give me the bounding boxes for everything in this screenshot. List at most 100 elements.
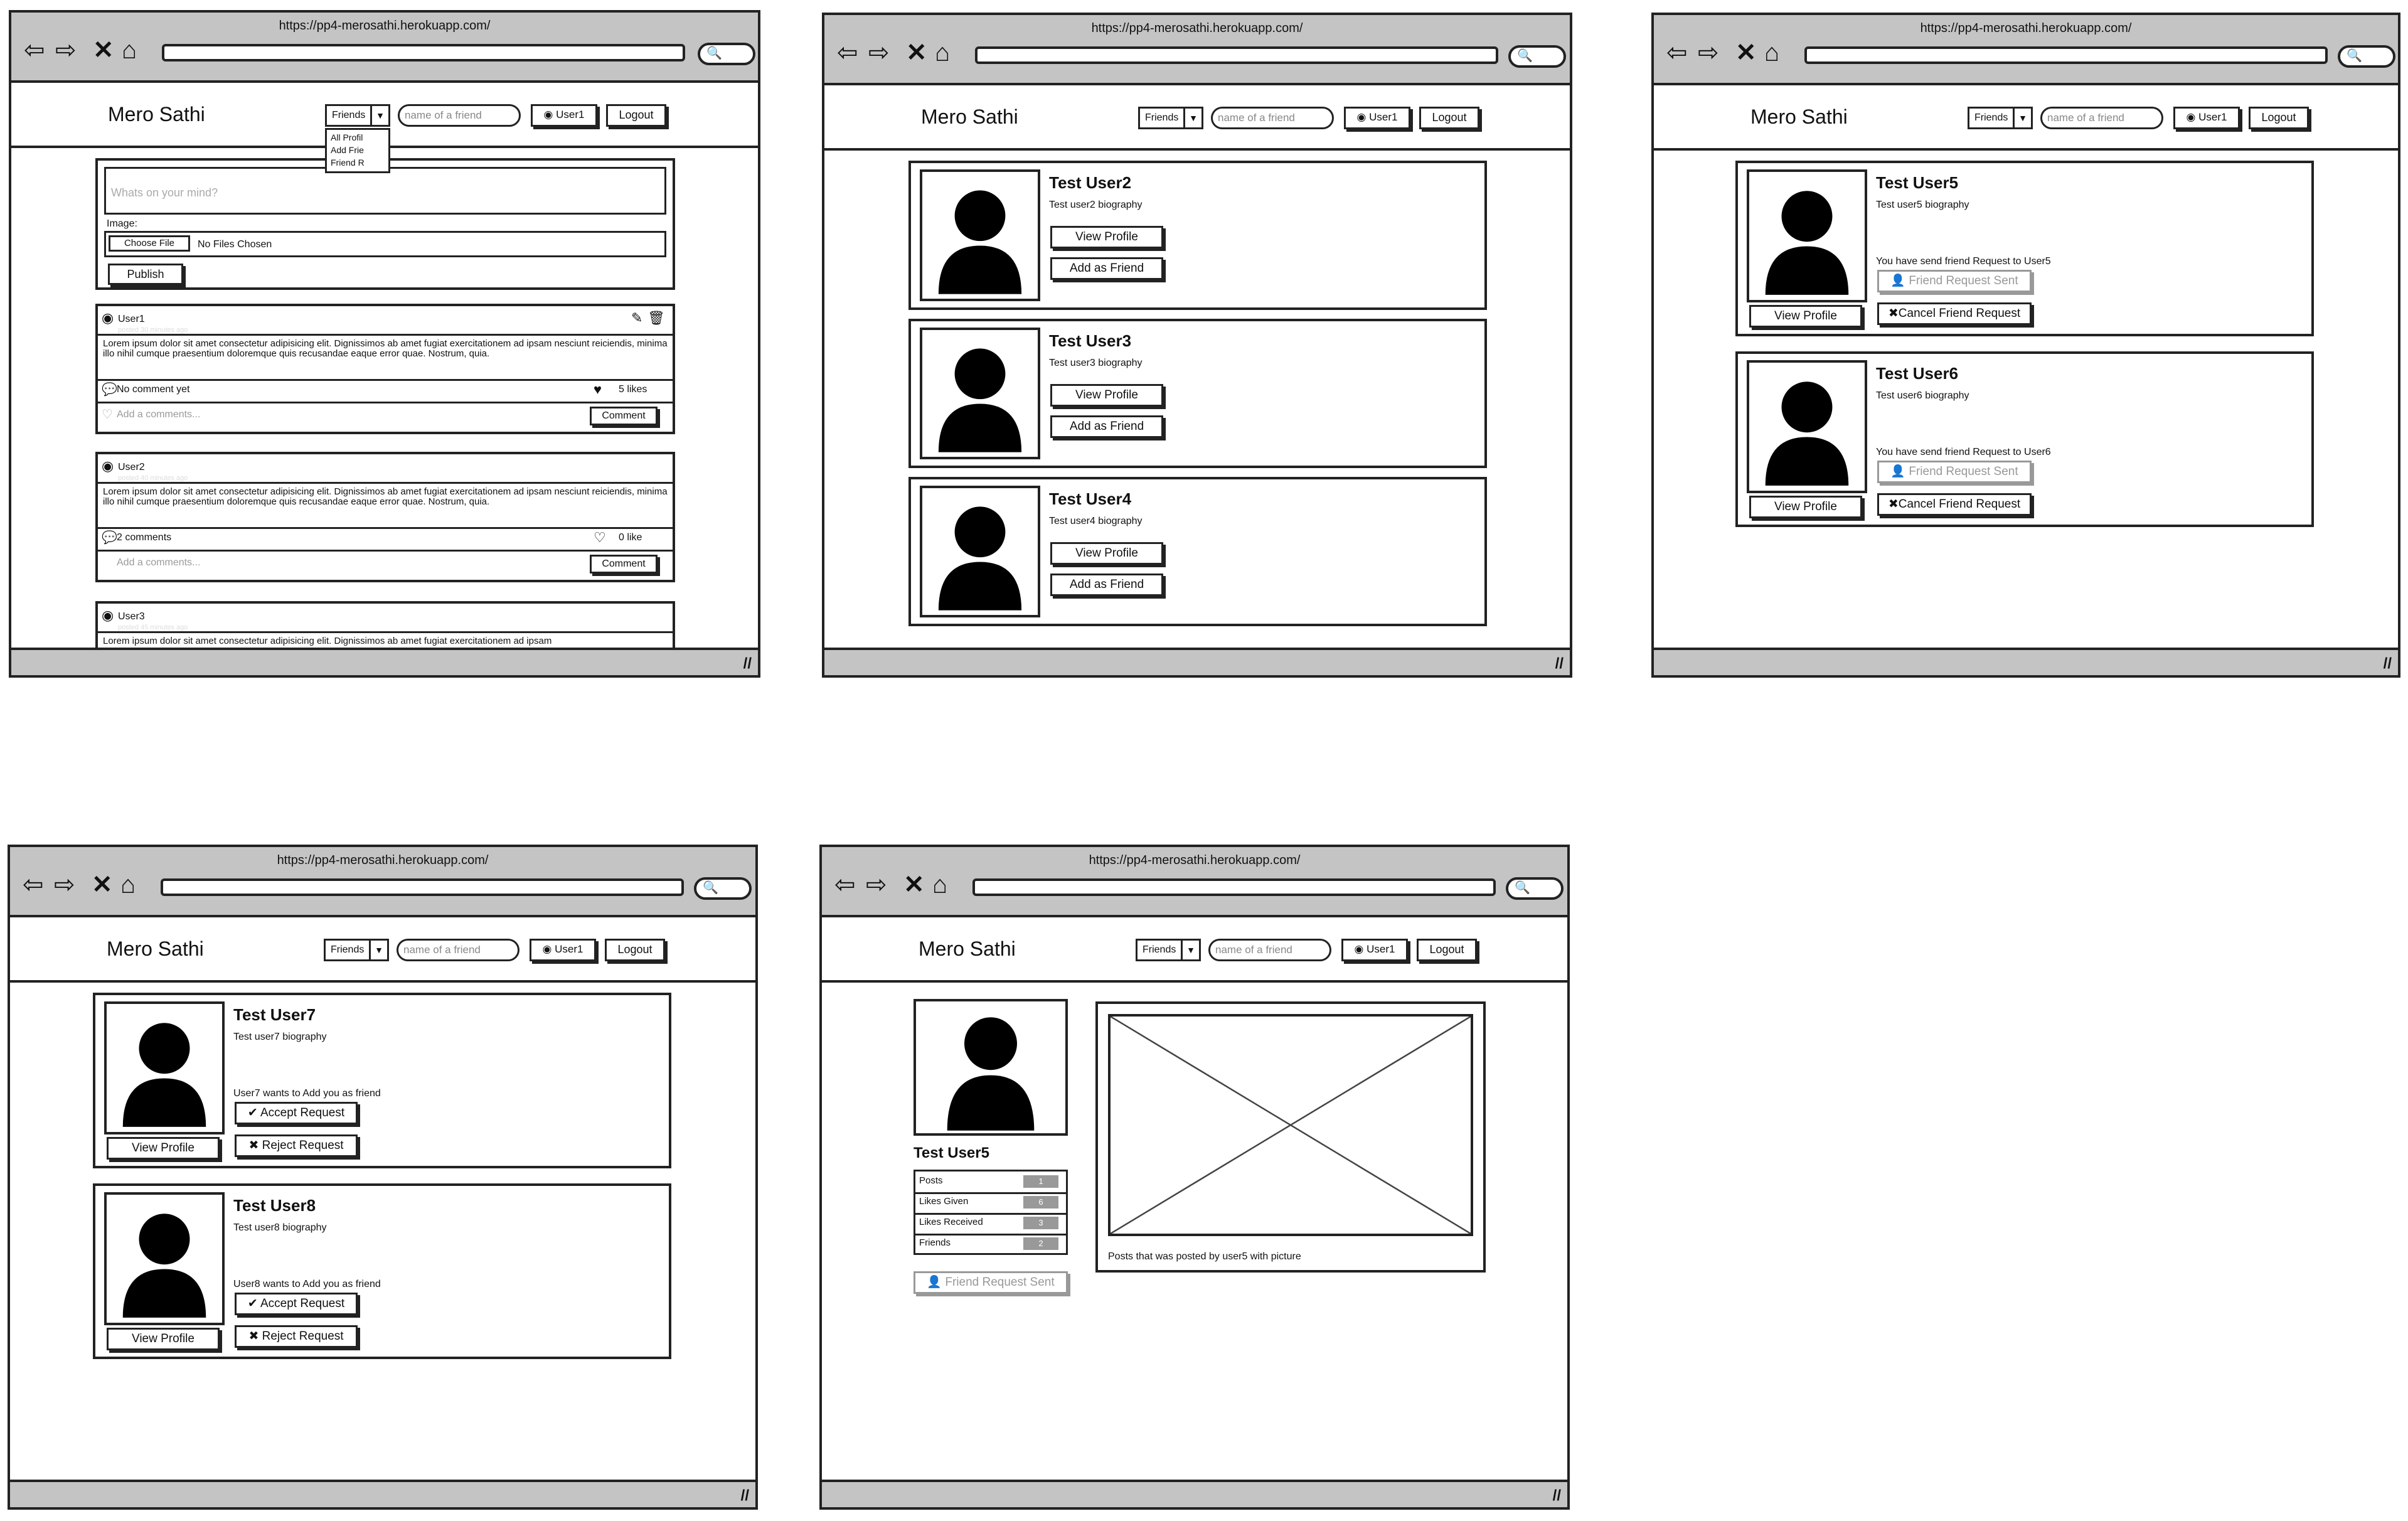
close-icon[interactable]: ✕ [92, 871, 113, 899]
back-arrow-icon[interactable]: ⇦ [837, 39, 858, 67]
cancel-request-button[interactable]: ✖Cancel Friend Request [1877, 493, 2032, 516]
back-arrow-icon[interactable]: ⇦ [23, 871, 44, 899]
logout-button[interactable]: Logout [605, 939, 665, 961]
heart-outline-icon[interactable]: ♡ [102, 407, 113, 422]
view-profile-button[interactable]: View Profile [107, 1328, 220, 1350]
home-icon[interactable]: ⌂ [120, 871, 136, 899]
forward-arrow-icon[interactable]: ⇨ [1698, 39, 1719, 67]
address-bar[interactable] [975, 46, 1498, 64]
user-name[interactable]: Test User5 [1876, 173, 1958, 193]
friend-search-input[interactable]: name of a friend [1211, 107, 1334, 129]
user-name[interactable]: Test User2 [1049, 173, 1131, 193]
view-profile-button[interactable]: View Profile [1050, 226, 1163, 248]
friend-search-input[interactable]: name of a friend [398, 104, 521, 127]
dropdown-item-all-profiles[interactable]: All Profil [331, 131, 385, 144]
trash-icon[interactable]: 🗑 [647, 310, 665, 326]
address-bar[interactable] [1804, 46, 2328, 64]
post-author[interactable]: User3 [118, 611, 145, 622]
heart-filled-icon[interactable]: ♥ [594, 382, 602, 398]
comment-input[interactable]: Add a comments... [117, 557, 200, 568]
brand-logo[interactable]: Mero Sathi [1750, 105, 1848, 129]
dropdown-item-add-friends[interactable]: Add Frie [331, 144, 385, 156]
user-name[interactable]: Test User7 [233, 1005, 316, 1025]
friend-search-input[interactable]: name of a friend [2040, 107, 2163, 129]
browser-search-button[interactable]: 🔍 [1508, 45, 1566, 68]
choose-file-button[interactable]: Choose File [109, 235, 190, 252]
user-name[interactable]: Test User8 [233, 1196, 316, 1215]
user-name[interactable]: Test User3 [1049, 331, 1131, 351]
comment-count[interactable]: No comment yet [117, 384, 189, 395]
resize-grip-icon[interactable]: // [2384, 655, 2392, 673]
view-profile-button[interactable]: View Profile [1749, 305, 1862, 328]
resize-grip-icon[interactable]: // [1553, 1487, 1561, 1505]
close-icon[interactable]: ✕ [1735, 39, 1757, 67]
view-profile-button[interactable]: View Profile [1050, 384, 1163, 407]
close-icon[interactable]: ✕ [903, 871, 925, 899]
brand-logo[interactable]: Mero Sathi [919, 937, 1016, 961]
post-author[interactable]: User2 [118, 462, 145, 473]
edit-icon[interactable]: ✎ [631, 310, 642, 326]
back-arrow-icon[interactable]: ⇦ [1666, 39, 1688, 67]
resize-grip-icon[interactable]: // [741, 1487, 749, 1505]
post-textarea[interactable]: Whats on your mind? [104, 167, 666, 215]
accept-request-button[interactable]: ✔ Accept Request [235, 1293, 358, 1315]
post-author[interactable]: User1 [118, 314, 145, 325]
address-bar[interactable] [972, 878, 1496, 896]
view-profile-button[interactable]: View Profile [1050, 542, 1163, 565]
home-icon[interactable]: ⌂ [122, 36, 137, 64]
browser-search-button[interactable]: 🔍 [1506, 877, 1564, 900]
logout-button[interactable]: Logout [1419, 107, 1479, 129]
comment-input[interactable]: Add a comments... [117, 409, 200, 420]
home-icon[interactable]: ⌂ [1764, 39, 1779, 67]
add-friend-button[interactable]: Add as Friend [1050, 257, 1163, 280]
back-arrow-icon[interactable]: ⇦ [834, 871, 856, 899]
forward-arrow-icon[interactable]: ⇨ [868, 39, 890, 67]
comment-button[interactable]: Comment [590, 407, 658, 425]
user-menu-button[interactable]: ◉ User1 [1341, 939, 1408, 961]
friends-select[interactable]: Friends ▼ [1968, 107, 2033, 129]
user-name[interactable]: Test User6 [1876, 364, 1958, 383]
file-input[interactable]: Choose File No Files Chosen [104, 231, 666, 257]
logout-button[interactable]: Logout [2249, 107, 2309, 129]
address-bar[interactable] [161, 878, 684, 896]
back-arrow-icon[interactable]: ⇦ [24, 36, 45, 64]
brand-logo[interactable]: Mero Sathi [921, 105, 1018, 129]
close-icon[interactable]: ✕ [906, 39, 927, 67]
user-menu-button[interactable]: ◉ User1 [1344, 107, 1410, 129]
view-profile-button[interactable]: View Profile [1749, 496, 1862, 518]
view-profile-button[interactable]: View Profile [107, 1137, 220, 1160]
comment-count[interactable]: 2 comments [117, 532, 171, 543]
user-name[interactable]: Test User4 [1049, 489, 1131, 509]
friend-search-input[interactable]: name of a friend [1208, 939, 1331, 961]
add-friend-button[interactable]: Add as Friend [1050, 415, 1163, 438]
browser-search-button[interactable]: 🔍 [2338, 45, 2395, 68]
user-menu-button[interactable]: ◉ User1 [2173, 107, 2240, 129]
logout-button[interactable]: Logout [606, 104, 666, 127]
friends-select[interactable]: Friends ▼ [324, 939, 389, 961]
user-menu-button[interactable]: ◉ User1 [530, 939, 596, 961]
reject-request-button[interactable]: ✖ Reject Request [235, 1134, 358, 1157]
accept-request-button[interactable]: ✔ Accept Request [235, 1102, 358, 1124]
comment-button[interactable]: Comment [590, 555, 658, 574]
close-icon[interactable]: ✕ [93, 36, 114, 64]
friend-search-input[interactable]: name of a friend [397, 939, 519, 961]
resize-grip-icon[interactable]: // [743, 655, 752, 673]
address-bar[interactable] [162, 44, 685, 61]
reject-request-button[interactable]: ✖ Reject Request [235, 1325, 358, 1348]
publish-button[interactable]: Publish [108, 264, 183, 285]
cancel-request-button[interactable]: ✖Cancel Friend Request [1877, 302, 2032, 325]
browser-search-button[interactable]: 🔍 [698, 43, 755, 65]
browser-search-button[interactable]: 🔍 [694, 877, 752, 900]
forward-arrow-icon[interactable]: ⇨ [55, 36, 77, 64]
user-menu-button[interactable]: ◉ User1 [531, 104, 597, 127]
brand-logo[interactable]: Mero Sathi [108, 103, 205, 126]
add-friend-button[interactable]: Add as Friend [1050, 574, 1163, 596]
home-icon[interactable]: ⌂ [932, 871, 947, 899]
forward-arrow-icon[interactable]: ⇨ [866, 871, 887, 899]
forward-arrow-icon[interactable]: ⇨ [54, 871, 75, 899]
friends-select[interactable]: Friends ▼ [325, 104, 390, 127]
home-icon[interactable]: ⌂ [935, 39, 950, 67]
friends-select[interactable]: Friends ▼ [1136, 939, 1201, 961]
friends-select[interactable]: Friends ▼ [1138, 107, 1203, 129]
resize-grip-icon[interactable]: // [1555, 655, 1564, 673]
